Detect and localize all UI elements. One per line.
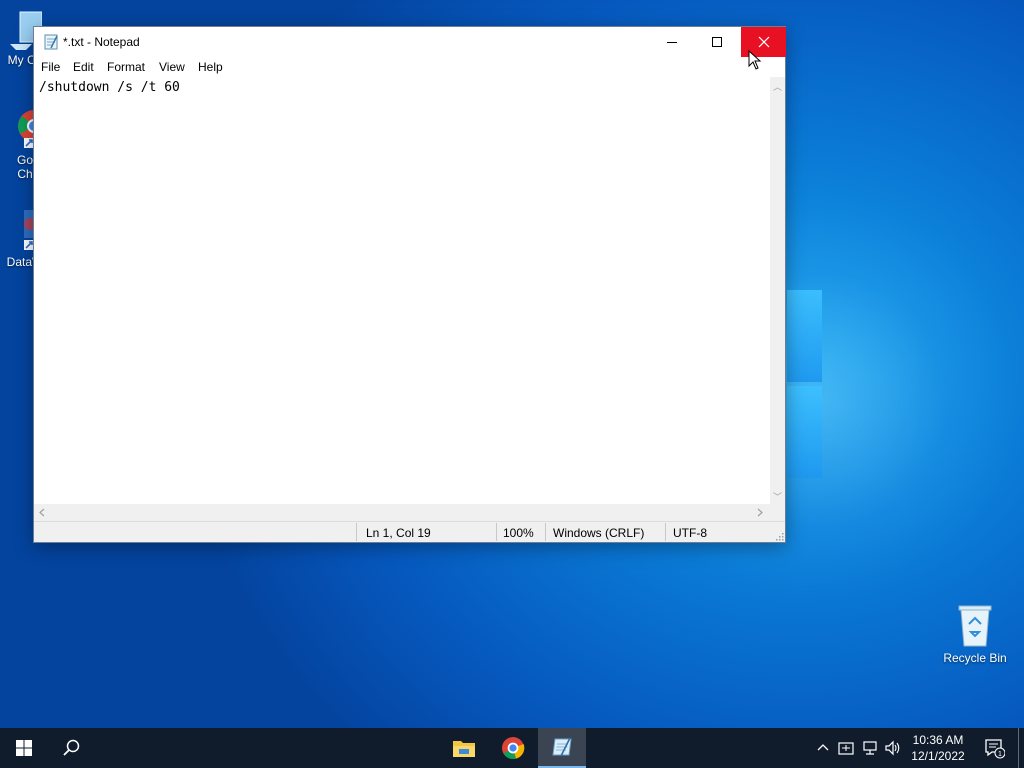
network-icon[interactable] [861,739,879,757]
maximize-button[interactable] [695,27,740,57]
show-desktop-divider[interactable] [1018,728,1019,768]
search-icon [63,739,80,756]
notification-icon: 1 [985,739,1005,759]
desktop-icon-recycle-bin[interactable]: Recycle Bin [940,600,1010,665]
taskbar-chrome[interactable] [489,728,537,768]
vertical-scrollbar[interactable]: ︿ ﹀ [770,77,785,504]
status-bar: Ln 1, Col 19 100% Windows (CRLF) UTF-8 [34,521,785,542]
taskbar-clock[interactable]: 10:36 AM 12/1/2022 [902,732,974,764]
windows-logo-icon [16,740,32,756]
status-cursor-position: Ln 1, Col 19 [366,526,431,540]
mouse-cursor-icon [748,50,762,70]
scroll-right-icon[interactable] [756,508,764,517]
taskbar-file-explorer[interactable] [440,728,488,768]
menu-bar: File Edit Format View Help [34,57,785,77]
editor-content[interactable]: /shutdown /s /t 60 [39,80,180,95]
status-divider [496,523,497,541]
status-zoom: 100% [503,526,534,540]
horizontal-scrollbar[interactable] [34,504,770,521]
menu-edit[interactable]: Edit [73,60,94,74]
wallpaper-logo-pane-bottom [787,386,822,478]
clock-date: 12/1/2022 [911,749,965,763]
menu-help[interactable]: Help [198,60,223,74]
volume-icon[interactable] [884,739,902,757]
action-center-button[interactable]: 1 [978,728,1010,768]
notepad-icon [552,737,572,757]
scroll-left-icon[interactable] [38,508,46,517]
recycle-bin-icon [958,605,992,647]
scroll-corner [770,504,785,521]
taskbar-notepad[interactable] [538,728,586,768]
window-title: *.txt - Notepad [63,35,140,49]
resize-grip-icon[interactable] [774,531,784,541]
start-button[interactable] [0,728,48,768]
status-line-ending: Windows (CRLF) [553,526,645,540]
minimize-button[interactable] [650,27,695,57]
taskbar: 10:36 AM 12/1/2022 1 [0,728,1024,768]
clock-time: 10:36 AM [912,733,964,747]
menu-view[interactable]: View [159,60,185,74]
text-editor[interactable]: /shutdown /s /t 60 [34,77,770,504]
minimize-icon [667,41,677,43]
notepad-window[interactable]: *.txt - Notepad File Edit Format View He… [33,26,786,543]
scroll-up-icon[interactable]: ︿ [773,80,782,93]
close-icon [758,36,769,48]
show-hidden-icons-chevron-up-icon[interactable] [814,739,832,757]
folder-icon [453,741,475,757]
menu-format[interactable]: Format [107,60,145,74]
chrome-icon [502,737,525,760]
status-divider [665,523,666,541]
status-encoding: UTF-8 [673,526,707,540]
menu-file[interactable]: File [41,60,60,74]
scroll-down-icon[interactable]: ﹀ [773,490,782,503]
desktop-icon-label: Recycle Bin [943,651,1007,665]
notification-count-badge: 1 [998,751,1002,758]
wallpaper-logo-pane-top [787,290,822,382]
notepad-app-icon [44,34,58,50]
status-divider [545,523,546,541]
status-divider [356,523,357,541]
maximize-icon [712,36,722,47]
title-bar[interactable]: *.txt - Notepad [34,27,786,57]
security-tray-icon[interactable] [837,739,855,757]
search-button[interactable] [48,728,96,768]
